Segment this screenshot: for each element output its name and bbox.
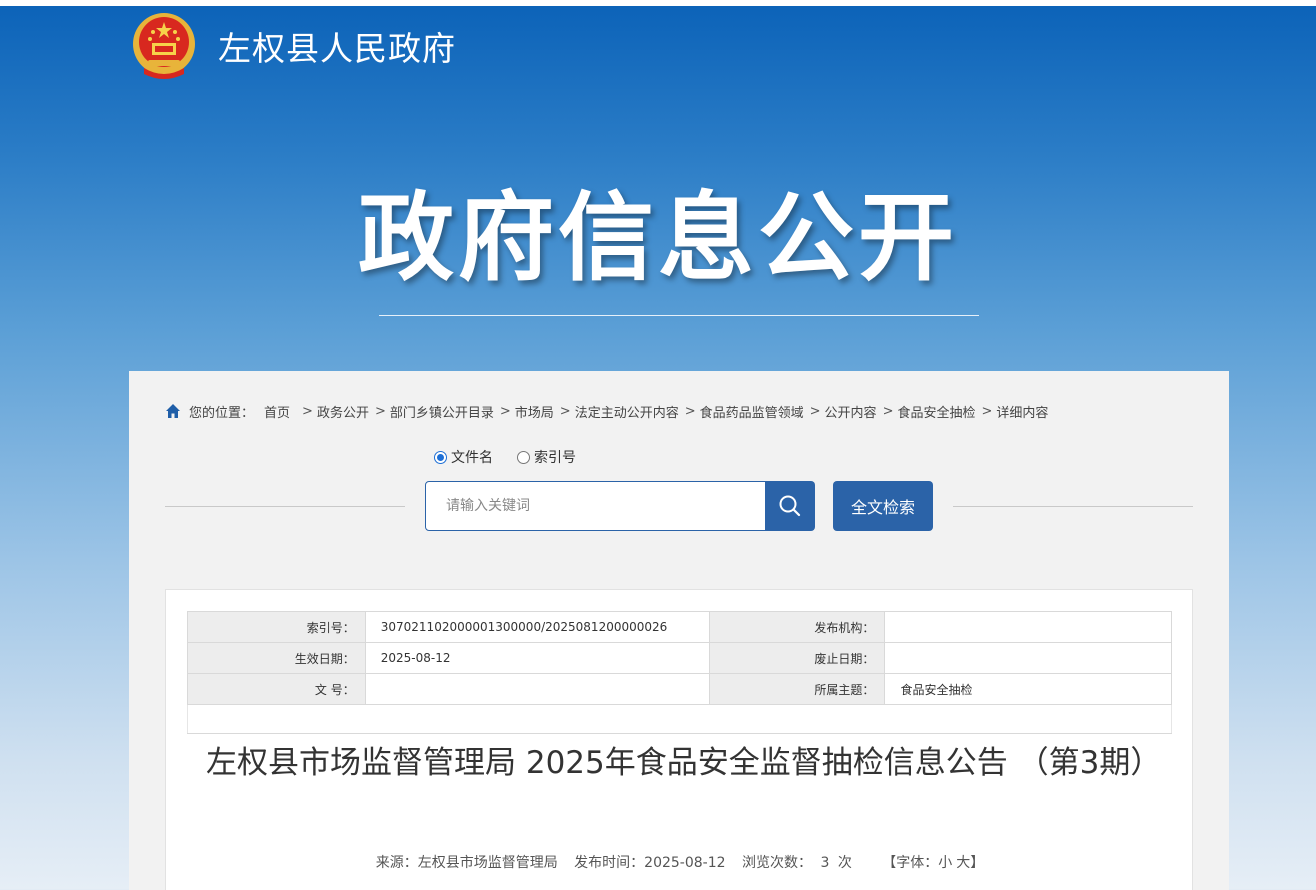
divider-right <box>953 506 1193 507</box>
breadcrumb-separator: > <box>882 403 894 419</box>
document-views: 浏览次数： 3 次 <box>742 855 852 871</box>
breadcrumb-separator: > <box>499 403 511 419</box>
doc-number-label: 文 号： <box>187 673 366 705</box>
topic-value: 食品安全抽检 <box>884 673 1172 705</box>
breadcrumb-item-public-content[interactable]: 公开内容 <box>825 402 877 421</box>
document-title: 左权县市场监督管理局 2025年食品安全监督抽检信息公告 （第3期） <box>206 745 1162 781</box>
publisher-label: 发布机构： <box>708 611 886 643</box>
doc-number-value <box>364 673 710 705</box>
search-input[interactable] <box>425 481 766 531</box>
search-button[interactable] <box>765 481 815 531</box>
top-strip <box>0 0 1316 6</box>
font-size-control: 【字体：小 大】 <box>882 855 984 871</box>
views-unit: 次 <box>837 855 852 871</box>
breadcrumb-separator: > <box>684 403 696 419</box>
meta-spacer-row <box>187 704 1172 734</box>
breadcrumb-separator: > <box>374 403 386 419</box>
breadcrumb-item-dept-catalog[interactable]: 部门乡镇公开目录 <box>390 402 494 421</box>
fulltext-search-button[interactable]: 全文检索 <box>833 481 933 531</box>
banner-divider <box>379 315 979 316</box>
document-card: 索引号： 307021102000001300000/2025081200000… <box>165 589 1193 890</box>
font-size-label: 【字体： <box>882 855 939 871</box>
topic-label: 所属主题： <box>708 673 886 705</box>
document-publish-time: 发布时间：2025-08-12 <box>574 855 726 871</box>
main-panel: 您的位置： 首页 > 政务公开 > 部门乡镇公开目录 > 市场局 > 法定主动公… <box>129 371 1229 890</box>
font-large-button[interactable]: 大 <box>956 855 970 871</box>
effective-date-label: 生效日期： <box>187 642 366 674</box>
effective-date-value: 2025-08-12 <box>364 642 710 674</box>
publisher-value <box>884 611 1172 643</box>
divider-left <box>165 506 405 507</box>
radio-filename[interactable]: 文件名 <box>434 447 493 467</box>
document-meta-table: 索引号： 307021102000001300000/2025081200000… <box>187 611 1172 734</box>
views-count: 3 <box>820 855 830 871</box>
breadcrumb-item-statutory-content[interactable]: 法定主动公开内容 <box>575 402 679 421</box>
document-source: 来源：左权县市场监督管理局 <box>375 855 558 871</box>
breadcrumb-item-food-sampling[interactable]: 食品安全抽检 <box>897 402 975 421</box>
views-label: 浏览次数： <box>742 855 812 871</box>
breadcrumb-prefix: 您的位置： <box>189 405 255 421</box>
font-small-button[interactable]: 小 <box>938 855 952 871</box>
breadcrumb-item-gov-affairs[interactable]: 政务公开 <box>317 402 369 421</box>
breadcrumb-item-home[interactable]: 首页 <box>264 402 290 421</box>
meta-row: 生效日期： 2025-08-12 废止日期： <box>187 642 1172 674</box>
radio-index-no-dot[interactable] <box>517 450 530 464</box>
breadcrumb-item-detail: 详细内容 <box>996 405 1049 421</box>
index-value: 307021102000001300000/2025081200000026 <box>364 611 710 643</box>
radio-index-no[interactable]: 索引号 <box>517 447 576 467</box>
breadcrumb-separator: > <box>809 403 821 419</box>
expire-date-value <box>884 642 1172 674</box>
breadcrumb-item-market-bureau[interactable]: 市场局 <box>515 402 554 421</box>
search-icon <box>779 495 801 517</box>
expire-date-label: 废止日期： <box>708 642 886 674</box>
banner-title: 政府信息公开 <box>358 182 958 294</box>
home-icon[interactable] <box>165 403 181 419</box>
meta-row: 索引号： 307021102000001300000/2025081200000… <box>187 611 1172 643</box>
breadcrumb: 您的位置： 首页 > 政务公开 > 部门乡镇公开目录 > 市场局 > 法定主动公… <box>165 402 1052 421</box>
breadcrumb-separator: > <box>981 403 993 419</box>
radio-filename-dot[interactable] <box>434 450 447 464</box>
search-type-group: 文件名 索引号 <box>434 447 600 467</box>
national-emblem-icon <box>133 13 195 79</box>
index-label: 索引号： <box>187 611 366 643</box>
breadcrumb-item-food-drug[interactable]: 食品药品监管领域 <box>700 402 804 421</box>
radio-index-no-label[interactable]: 索引号 <box>534 447 576 467</box>
meta-row: 文 号： 所属主题： 食品安全抽检 <box>187 673 1172 705</box>
font-size-close: 】 <box>970 855 985 871</box>
breadcrumb-separator: > <box>302 403 313 419</box>
document-info-line: 来源：左权县市场监督管理局 发布时间：2025-08-12 浏览次数： 3 次 … <box>166 852 1194 872</box>
radio-filename-label[interactable]: 文件名 <box>451 447 493 467</box>
breadcrumb-separator: > <box>559 403 571 419</box>
site-title[interactable]: 左权县人民政府 <box>218 22 456 70</box>
